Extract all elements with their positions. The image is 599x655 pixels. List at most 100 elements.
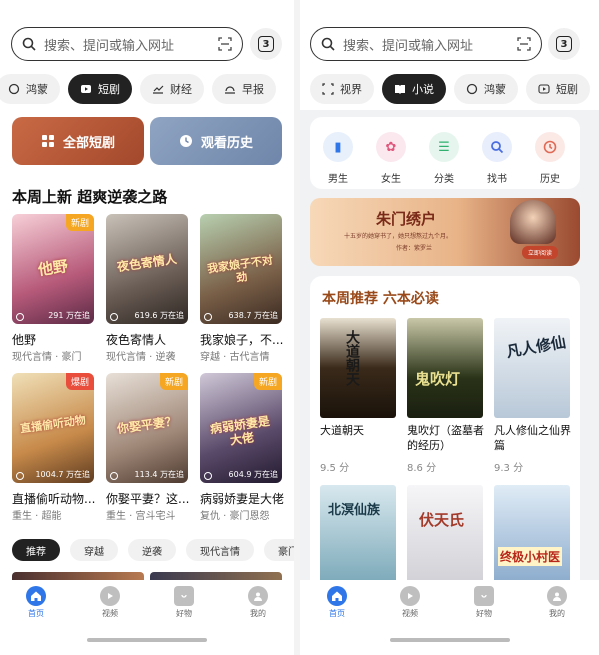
category-female[interactable]: ✿ 女生 [369, 132, 413, 185]
chip-finance[interactable]: 财经 [140, 74, 204, 104]
bottom-navigation: 首页 视频 好物 我的 [0, 580, 294, 655]
category-male[interactable]: ▮ 男生 [316, 132, 360, 185]
book-cover[interactable]: 北溟仙族 [320, 485, 396, 585]
drama-poster[interactable]: 新剧 他野 291 万在追 [12, 214, 94, 324]
drama-poster[interactable]: 我家娘子不对劲 638.7 万在追 [200, 214, 282, 324]
nav-video[interactable]: 视频 [385, 586, 435, 619]
cover-title: 鬼吹灯 [415, 370, 461, 388]
nav-home[interactable]: 首页 [11, 586, 61, 619]
nav-label: 我的 [549, 609, 565, 618]
grid-icon [41, 135, 54, 147]
drama-poster[interactable]: 爆剧 直播偷听动物 1004.7 万在追 [12, 373, 94, 483]
search-bar[interactable]: 搜索、提问或输入网址 [310, 27, 542, 61]
circle-icon [8, 83, 20, 95]
chip-short-drama[interactable]: 短剧 [526, 74, 590, 104]
chip-novel[interactable]: 小说 [382, 74, 446, 104]
drama-title[interactable]: 夜色寄情人 [106, 331, 190, 348]
nav-goods[interactable]: 好物 [459, 586, 509, 619]
all-dramas-button[interactable]: 全部短剧 [12, 117, 144, 165]
scan-icon[interactable] [517, 37, 531, 51]
drama-title[interactable]: 我家娘子，不... [200, 331, 284, 348]
drama-poster[interactable]: 新剧 你娶平妻？ 113.4 万在追 [106, 373, 188, 483]
tab-switcher-button[interactable]: 3 [548, 28, 580, 60]
video-icon [400, 586, 420, 606]
book-cover[interactable]: 凡人修仙 [494, 318, 570, 418]
nav-label: 视频 [102, 609, 118, 618]
chip-label: 早报 [242, 83, 264, 96]
play-box-icon [81, 85, 91, 93]
filter-wealthy-family[interactable]: 豪门恩怨 [264, 539, 294, 561]
tab-switcher-button[interactable]: 3 [250, 28, 282, 60]
drama-poster[interactable]: 新剧 病弱娇妻是大佬 604.9 万在追 [200, 373, 282, 483]
genre-filter-row: 推荐 穿越 逆袭 现代言情 豪门恩怨 [12, 539, 294, 561]
read-now-button[interactable]: 立即阅读 [522, 246, 559, 259]
play-icon [110, 472, 118, 480]
chip-short-drama[interactable]: 短剧 [68, 74, 132, 104]
all-dramas-label: 全部短剧 [62, 135, 115, 151]
tab-count: 3 [258, 36, 274, 52]
chip-vision[interactable]: 视界 [310, 74, 374, 104]
filter-comeback[interactable]: 逆袭 [128, 539, 176, 561]
filter-recommend[interactable]: 推荐 [12, 539, 60, 561]
channel-chip-row: 视界 小说 鸿蒙 短剧 [310, 74, 590, 104]
book-score: 9.5 分 [320, 463, 350, 474]
featured-novel-banner[interactable]: 朱门绣户 十五岁的她穿书了，她只想熬过九个月。 作者：紫罗兰 立即阅读 [310, 198, 580, 266]
bottom-navigation: 首页 视频 好物 我的 [300, 580, 599, 655]
watch-history-button[interactable]: 观看历史 [150, 117, 282, 165]
play-icon [204, 313, 212, 321]
chip-hongmeng[interactable]: 鸿蒙 [454, 74, 518, 104]
chip-label: 短剧 [98, 83, 120, 96]
book-title[interactable]: 鬼吹灯（盗墓者的经历） [407, 424, 487, 454]
chip-hongmeng[interactable]: 鸿蒙 [0, 74, 60, 104]
chip-label: 财经 [170, 83, 192, 96]
category-classification[interactable]: ☰ 分类 [422, 132, 466, 185]
category-label: 历史 [540, 174, 560, 185]
section-title: 本周上新 超爽逆袭之路 [12, 188, 168, 206]
circle-icon [466, 83, 478, 95]
book-score: 8.6 分 [407, 463, 437, 474]
cover-title: 大道朝天 [344, 330, 360, 386]
book-cover[interactable]: 大道朝天 [320, 318, 396, 418]
book-score: 9.3 分 [494, 463, 524, 474]
drama-title[interactable]: 你娶平妻？这... [106, 490, 190, 507]
banner-character-illustration [510, 200, 556, 244]
nav-video[interactable]: 视频 [85, 586, 135, 619]
banner-author: 作者：紫罗兰 [396, 245, 433, 252]
book-cover[interactable]: 鬼吹灯 [407, 318, 483, 418]
nav-me[interactable]: 我的 [233, 586, 283, 619]
drama-title[interactable]: 他野 [12, 331, 96, 348]
drama-title[interactable]: 病弱娇妻是大佬 [200, 490, 284, 507]
drama-tags: 现代言情 · 豪门 [12, 352, 82, 363]
flower-icon: ✿ [376, 132, 406, 162]
drama-title[interactable]: 直播偷听动物... [12, 490, 96, 507]
scan-icon[interactable] [218, 37, 232, 51]
chip-morning-news[interactable]: 早报 [212, 74, 276, 104]
video-icon [100, 586, 120, 606]
drama-tags: 重生 · 超能 [12, 511, 62, 522]
home-indicator[interactable] [389, 638, 510, 642]
play-icon [110, 313, 118, 321]
follower-count: 638.7 万在追 [228, 311, 278, 320]
filter-time-travel[interactable]: 穿越 [70, 539, 118, 561]
novel-category-card: ▮ 男生 ✿ 女生 ☰ 分类 找书 历史 [310, 117, 580, 189]
filter-modern-romance[interactable]: 现代言情 [186, 539, 254, 561]
drama-tags: 重生 · 宫斗宅斗 [106, 511, 176, 522]
banner-title: 朱门绣户 [376, 210, 437, 228]
drama-poster[interactable]: 夜色寄情人 619.6 万在追 [106, 214, 188, 324]
category-history[interactable]: 历史 [528, 132, 572, 185]
book-cover[interactable]: 伏天氏 [407, 485, 483, 585]
nav-goods[interactable]: 好物 [159, 586, 209, 619]
nav-label: 视频 [402, 609, 418, 618]
history-label: 观看历史 [200, 135, 253, 151]
home-indicator[interactable] [87, 638, 207, 642]
book-title[interactable]: 凡人修仙之仙界篇 [494, 424, 574, 454]
search-bar[interactable]: 搜索、提问或输入网址 [11, 27, 243, 61]
user-icon [248, 586, 268, 606]
nav-label: 首页 [28, 609, 44, 618]
category-find-book[interactable]: 找书 [475, 132, 519, 185]
book-title[interactable]: 大道朝天 [320, 424, 400, 439]
nav-me[interactable]: 我的 [532, 586, 582, 619]
poster-caption: 直播偷听动物 [19, 413, 87, 436]
book-cover[interactable]: 终极小村医 [494, 485, 570, 585]
nav-home[interactable]: 首页 [312, 586, 362, 619]
